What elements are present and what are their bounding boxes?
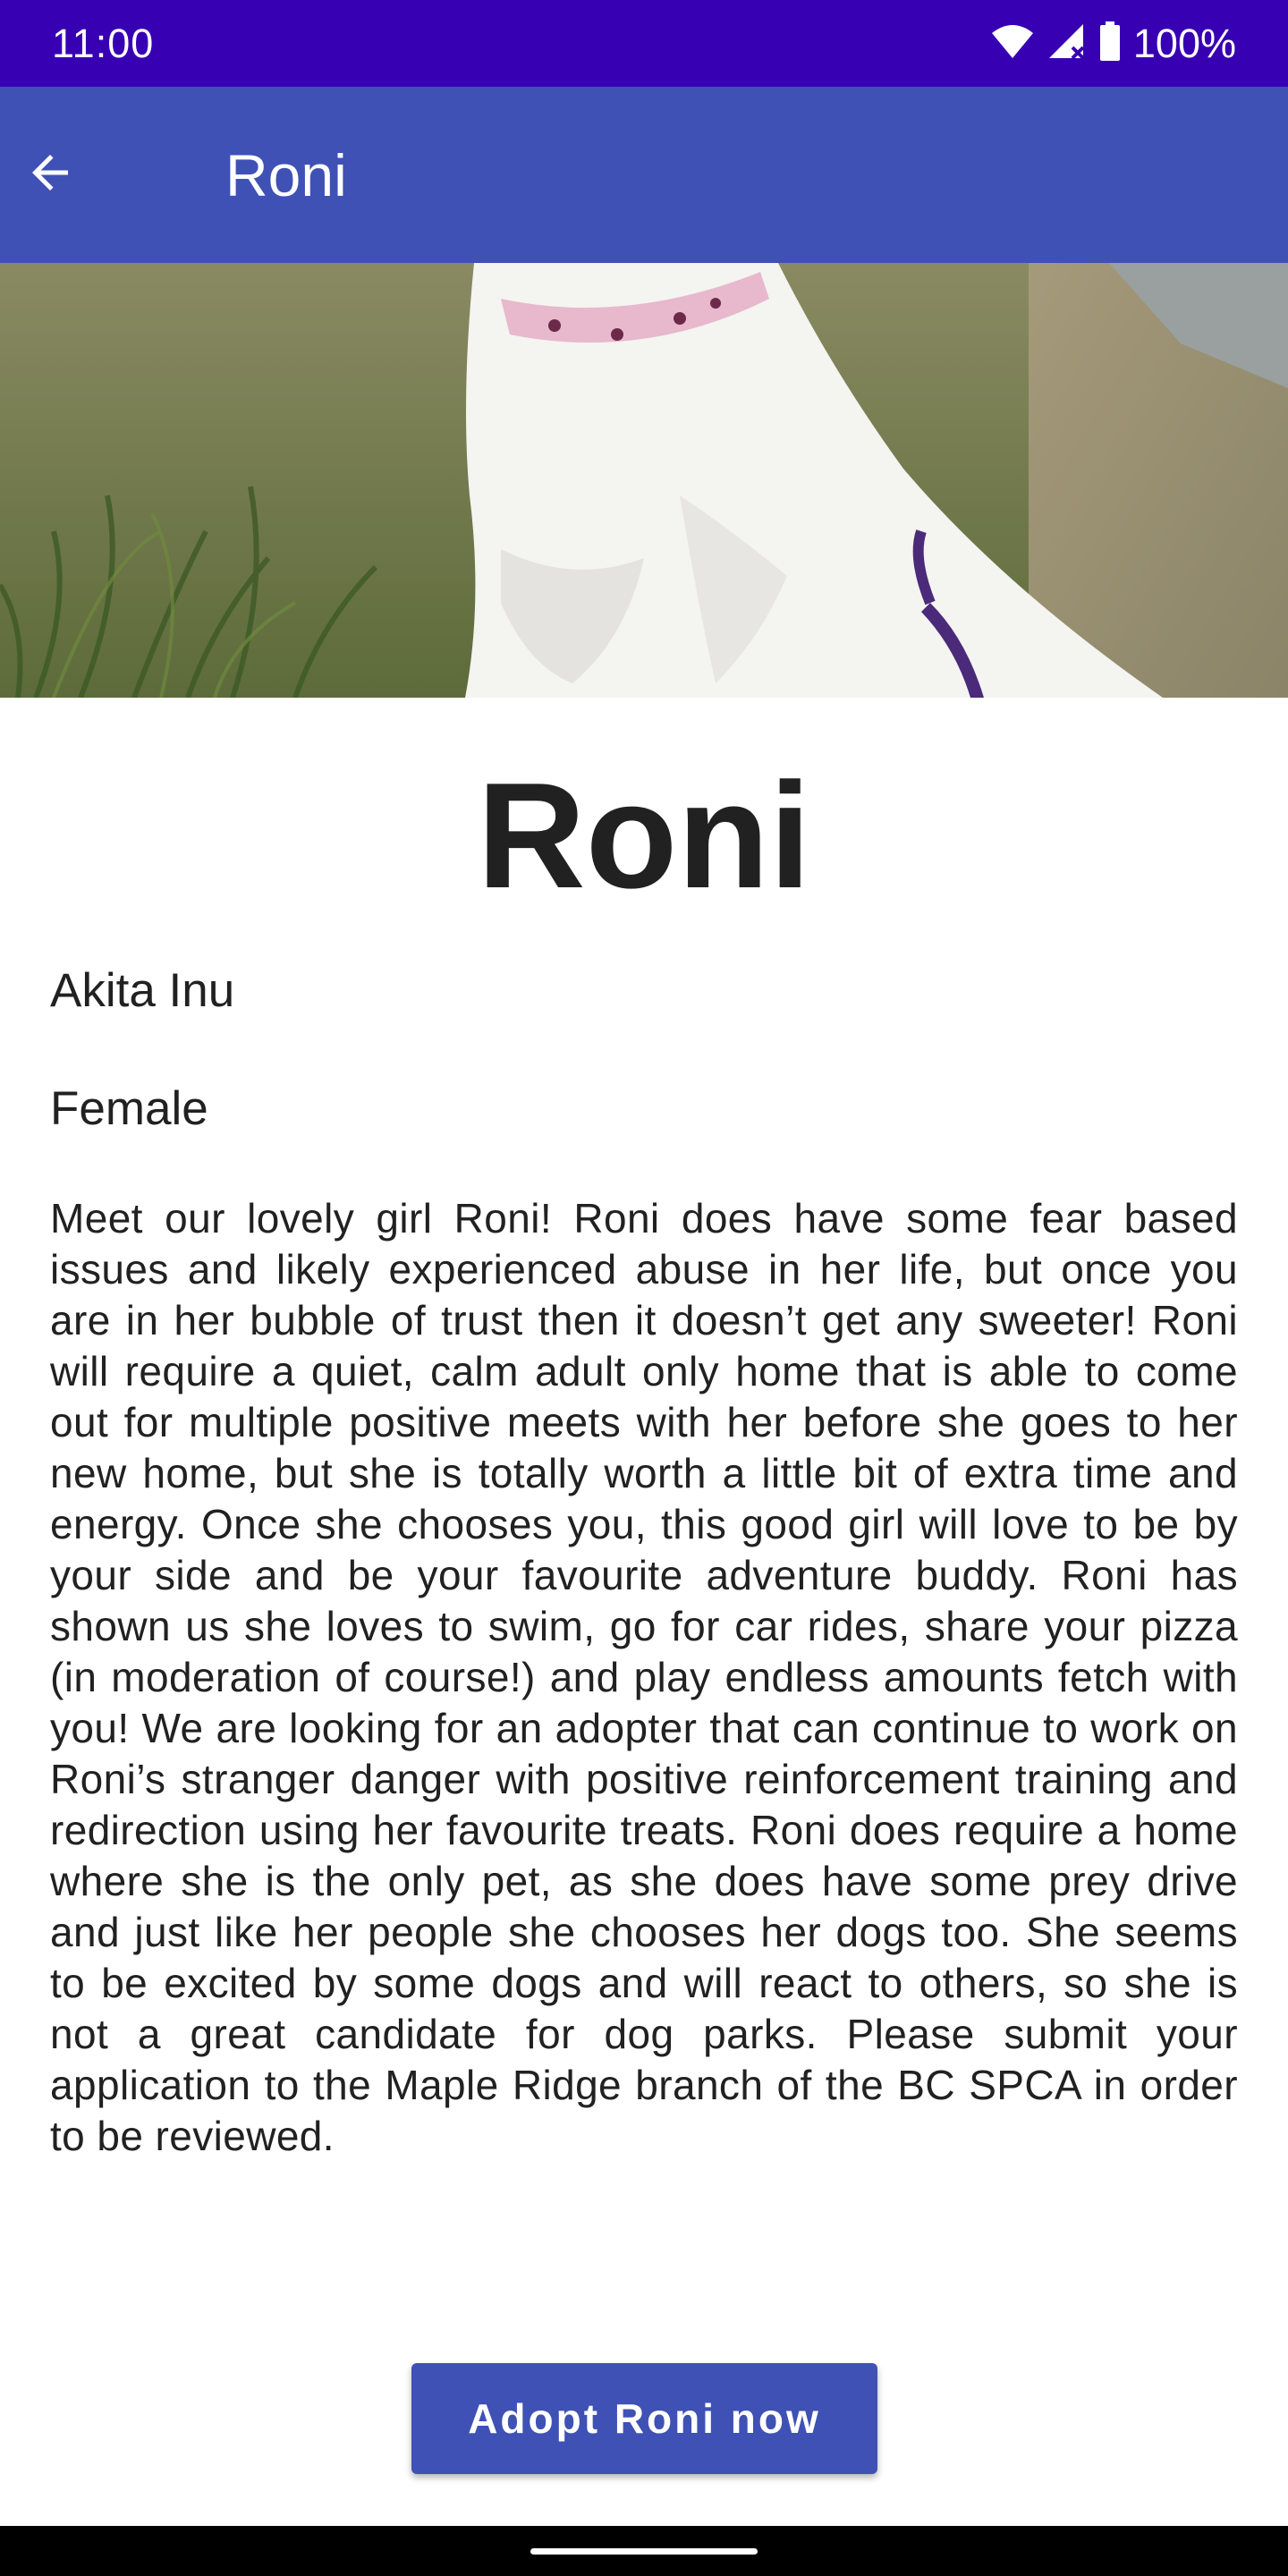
arrow-back-icon — [23, 146, 77, 204]
pet-name-heading: Roni — [477, 751, 811, 919]
home-gesture-handle[interactable] — [530, 2547, 758, 2555]
back-button[interactable] — [0, 125, 100, 225]
pet-breed: Akita Inu — [50, 964, 235, 1017]
adopt-button[interactable]: Adopt Roni now — [411, 2363, 877, 2474]
navigation-bar — [0, 2526, 1288, 2576]
wifi-icon — [990, 22, 1035, 64]
status-time: 11:00 — [52, 20, 155, 66]
battery-percent: 100% — [1132, 20, 1236, 66]
status-icons: 100% — [990, 21, 1236, 67]
app-bar: Roni — [0, 87, 1288, 263]
pet-gender: Female — [50, 1082, 208, 1135]
battery-icon — [1099, 21, 1121, 65]
pet-description: Meet our lovely girl Roni! Roni does hav… — [50, 1195, 1238, 2159]
dog-photo — [0, 263, 1288, 698]
signal-icon — [1047, 22, 1087, 64]
pet-photo — [0, 263, 1288, 698]
status-bar: 11:00 100% — [0, 0, 1288, 87]
app-title: Roni — [225, 141, 347, 208]
pet-details: Roni Akita Inu Female Meet our lovely gi… — [0, 698, 1288, 2162]
